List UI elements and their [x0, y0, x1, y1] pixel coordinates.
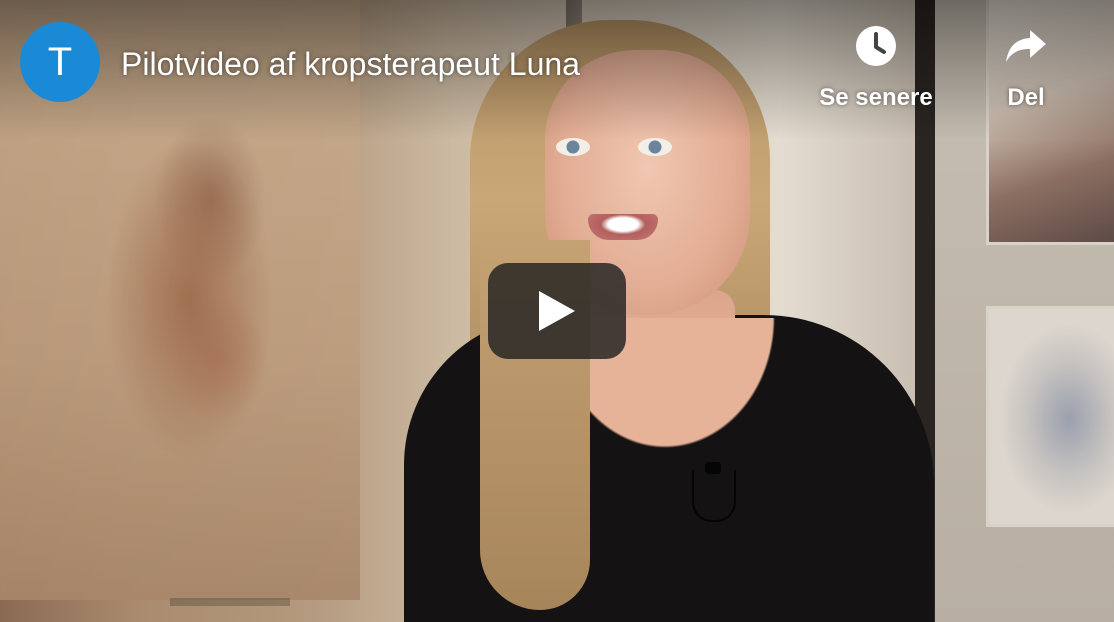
lavalier-mic-wire	[692, 470, 736, 522]
watch-later-label: Se senere	[819, 84, 933, 111]
play-icon	[539, 291, 575, 331]
channel-avatar[interactable]: T	[20, 22, 100, 102]
clock-icon	[852, 22, 900, 70]
watch-later-button[interactable]: Se senere	[812, 22, 940, 112]
share-button[interactable]: Del	[990, 22, 1062, 112]
poster-caption	[170, 598, 290, 606]
person-right-eye	[638, 138, 672, 156]
channel-initial: T	[47, 39, 73, 84]
lavalier-mic	[705, 462, 721, 474]
share-label: Del	[1007, 84, 1045, 111]
person-mouth	[588, 214, 658, 240]
share-arrow-icon	[1002, 22, 1050, 70]
play-button[interactable]	[488, 263, 626, 359]
video-player[interactable]: T Pilotvideo af kropsterapeut Luna Se se…	[0, 0, 1114, 622]
video-title[interactable]: Pilotvideo af kropsterapeut Luna	[121, 44, 580, 84]
anatomy-picture-bottom	[986, 306, 1114, 527]
person-left-eye	[556, 138, 590, 156]
